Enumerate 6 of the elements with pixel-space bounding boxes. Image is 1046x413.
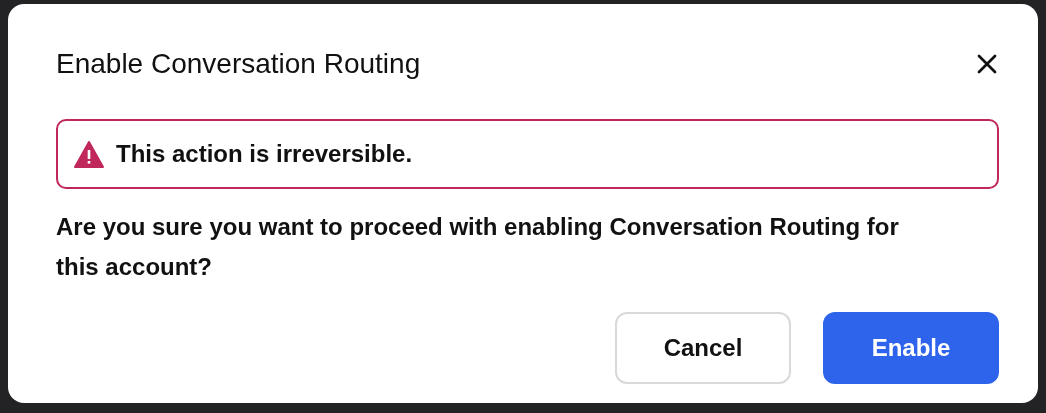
- cancel-button[interactable]: Cancel: [615, 312, 791, 384]
- warning-text: This action is irreversible.: [116, 139, 413, 169]
- warning-icon: [74, 140, 104, 168]
- confirmation-message: Are you sure you want to proceed with enabling Conversation Routing for this account?: [56, 212, 900, 282]
- dialog-title: Enable Conversation Routing: [56, 47, 421, 81]
- enable-button[interactable]: Enable: [823, 312, 999, 384]
